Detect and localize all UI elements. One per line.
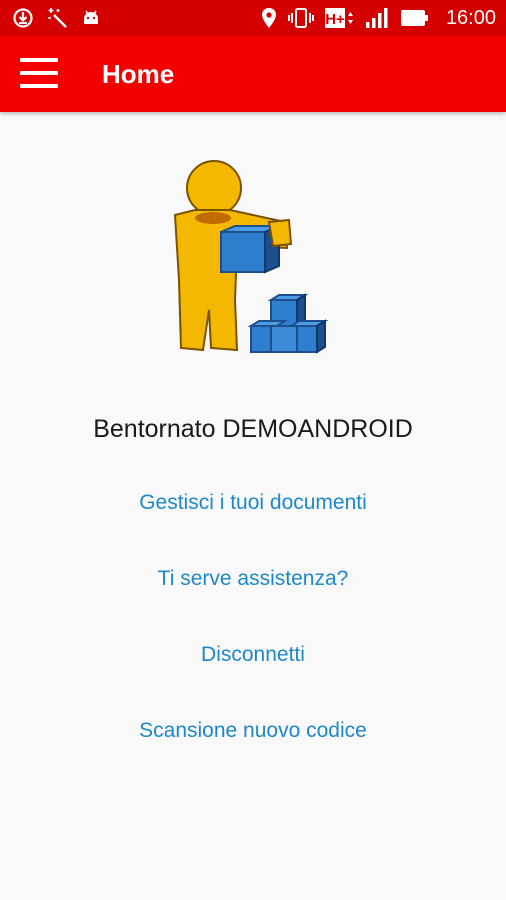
status-bar: H+ 16:00 [0,0,506,36]
battery-icon [400,7,430,29]
location-icon [260,7,278,29]
assistance-link[interactable]: Ti serve assistenza? [0,564,506,594]
vibrate-icon [287,7,314,29]
person-with-boxes-illustration [165,160,345,360]
scan-new-code-link[interactable]: Scansione nuovo codice [0,716,506,746]
network-label: H+ [325,11,345,28]
magic-wand-icon [46,7,68,29]
person-head [186,160,242,216]
signal-icon [364,7,390,29]
logout-link[interactable]: Disconnetti [0,640,506,670]
manage-documents-link[interactable]: Gestisci i tuoi documenti [0,488,506,518]
page-title: Home [102,59,175,89]
status-left-icons [12,6,102,30]
status-right-icons: H+ 16:00 [260,6,496,30]
hamburger-menu-icon[interactable] [16,56,64,92]
welcome-text: Bentornato DEMOANDROID [93,415,413,443]
android-icon [80,7,102,29]
app-bar: Home [0,36,506,112]
status-time: 16:00 [445,6,496,29]
held-box [220,231,266,273]
network-h-plus-icon: H+ [324,6,354,30]
stacked-boxes [247,293,329,354]
download-icon [12,7,34,29]
